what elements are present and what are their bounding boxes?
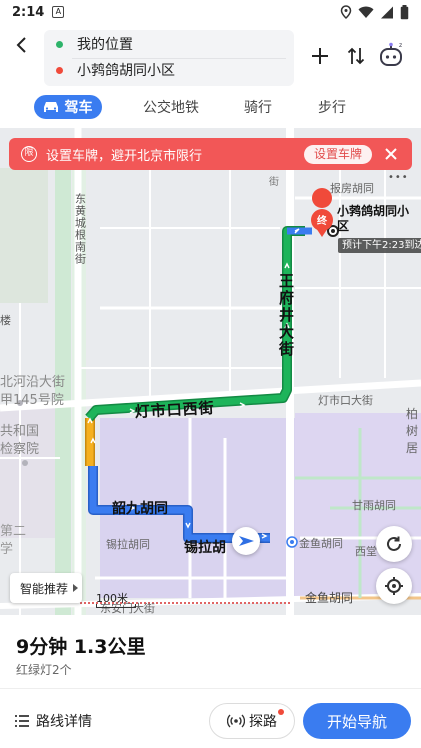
label-xila: 锡拉胡同 bbox=[106, 537, 150, 551]
start-label: 我的位置 bbox=[77, 37, 133, 53]
label-dongcheng: 东黄城根南街 bbox=[74, 193, 87, 265]
smart-recommend-button[interactable]: 智能推荐 bbox=[10, 573, 83, 603]
svg-text:z: z bbox=[399, 42, 402, 49]
plate-restriction-banner: 限 设置车牌，避开北京市限行 设置车牌 bbox=[9, 138, 412, 170]
smart-recommend-label: 智能推荐 bbox=[20, 581, 69, 596]
tab-bike-label: 骑行 bbox=[244, 100, 272, 116]
close-icon[interactable] bbox=[382, 145, 400, 163]
label-xitang: 西堂 bbox=[355, 545, 377, 558]
swap-route-button[interactable] bbox=[343, 43, 369, 69]
start-navigation-button[interactable]: 开始导航 bbox=[303, 703, 411, 739]
travel-mode-tabs: 驾车 公交地铁 骑行 步行 bbox=[0, 92, 421, 122]
signal-icon bbox=[381, 6, 393, 18]
navigation-arrow-icon bbox=[239, 536, 254, 546]
tab-drive-label: 驾车 bbox=[64, 100, 93, 116]
swap-icon bbox=[347, 47, 365, 65]
eta-tag: 预计下午2:23到达 bbox=[338, 238, 421, 253]
tab-drive[interactable]: 驾车 bbox=[34, 95, 102, 119]
plus-icon bbox=[312, 48, 328, 64]
notification-dot bbox=[278, 709, 284, 715]
list-icon bbox=[15, 715, 29, 727]
explore-route-button[interactable]: 探路 bbox=[209, 703, 295, 739]
label-gongheguo: 共和国 bbox=[0, 424, 39, 439]
broadcast-icon bbox=[227, 714, 245, 728]
more-dots-icon: ••• bbox=[388, 172, 409, 183]
route-header: 我的位置 小鹁鸽胡同小区 z bbox=[0, 26, 421, 86]
label-dengshikou-e: 灯市口大街 bbox=[318, 393, 373, 407]
set-plate-button[interactable]: 设置车牌 bbox=[303, 145, 372, 164]
tab-walk-label: 步行 bbox=[318, 100, 346, 116]
assistant-robot-button[interactable]: z bbox=[376, 40, 406, 70]
label-bai: 柏 bbox=[406, 406, 418, 421]
destination-map-label-line1: 小鹁鸽胡同小 bbox=[337, 204, 410, 218]
app-notification-icon: A bbox=[52, 6, 65, 18]
label-jinyu-poi: 金鱼胡同 bbox=[299, 536, 343, 550]
street-labels: 报房胡同 街 东黄城根南街 楼 王府井大街 灯市口西街 灯市口大街 北河沿大街 … bbox=[0, 175, 418, 615]
end-dot-icon bbox=[56, 66, 63, 74]
traffic-lights-count: 红绿灯2个 bbox=[16, 663, 72, 677]
card-divider bbox=[0, 688, 421, 689]
status-time: 2:14 bbox=[12, 4, 45, 20]
back-button[interactable] bbox=[8, 32, 34, 58]
refresh-route-button[interactable] bbox=[376, 526, 412, 562]
car-icon bbox=[43, 102, 58, 112]
restriction-icon: 限 bbox=[21, 146, 37, 162]
wifi-icon bbox=[358, 6, 374, 18]
label-jinyu: 金鱼胡同 bbox=[305, 590, 353, 605]
tab-transit-label: 公交地铁 bbox=[143, 100, 199, 116]
label-dier: 第二 bbox=[0, 524, 26, 539]
destination-map-label: 小鹁鸽胡同小 区 bbox=[337, 204, 409, 234]
label-jianchayuan: 检察院 bbox=[0, 442, 39, 457]
label-jia145: 甲145号院 bbox=[0, 393, 64, 408]
tab-bike[interactable]: 骑行 bbox=[236, 95, 280, 119]
battery-icon bbox=[400, 4, 409, 19]
route-summary: 9分钟 1.3公里 bbox=[16, 636, 146, 658]
label-baofang: 报房胡同 bbox=[330, 181, 374, 195]
label-dengshikou-w: 灯市口西街 bbox=[134, 399, 215, 421]
label-lou: 楼 bbox=[0, 313, 11, 327]
banner-text: 设置车牌，避开北京市限行 bbox=[46, 148, 203, 164]
route-summary-card: 9分钟 1.3公里 红绿灯2个 路线详情 探路 开始导航 bbox=[0, 615, 421, 748]
route-detail-button[interactable]: 路线详情 bbox=[14, 709, 92, 733]
status-bar: 2:14 A bbox=[0, 0, 421, 24]
map-view[interactable]: 终 报房胡同 街 东黄城根南街 楼 王府井大街 灯市口西街 灯市口大街 北河沿大… bbox=[0, 128, 421, 615]
add-waypoint-button[interactable] bbox=[307, 43, 333, 69]
label-bohe: 北河沿大街 bbox=[0, 375, 65, 390]
tab-walk[interactable]: 步行 bbox=[310, 95, 354, 119]
refresh-icon bbox=[387, 536, 401, 551]
label-wangfujing: 王府井大街 bbox=[277, 273, 295, 358]
route-input-box: 我的位置 小鹁鸽胡同小区 bbox=[44, 30, 294, 86]
status-icons bbox=[340, 4, 409, 20]
map-scale-bar bbox=[96, 604, 136, 608]
locate-me-button[interactable] bbox=[376, 568, 412, 604]
label-shu: 树 bbox=[406, 423, 418, 438]
locate-icon bbox=[385, 577, 403, 595]
label-jie-top: 街 bbox=[267, 175, 279, 187]
label-ju: 居 bbox=[406, 441, 418, 455]
explore-label: 探路 bbox=[249, 714, 277, 730]
start-field[interactable]: 我的位置 bbox=[56, 33, 133, 55]
back-arrow-icon bbox=[16, 37, 26, 53]
destination-field[interactable]: 小鹁鸽胡同小区 bbox=[56, 59, 175, 81]
destination-label: 小鹁鸽胡同小区 bbox=[77, 63, 175, 79]
expand-triangle-icon bbox=[73, 584, 79, 592]
start-dot-icon bbox=[56, 40, 63, 48]
label-xue: 学 bbox=[0, 541, 13, 557]
label-ganyu: 甘雨胡同 bbox=[352, 498, 396, 512]
route-detail-label: 路线详情 bbox=[36, 714, 92, 730]
tab-transit[interactable]: 公交地铁 bbox=[140, 95, 202, 119]
label-xila-bold: 锡拉胡 bbox=[184, 539, 226, 556]
label-shaojiu: 韶九胡同 bbox=[112, 500, 168, 517]
robot-icon: z bbox=[380, 42, 402, 66]
destination-map-label-line2: 区 bbox=[337, 219, 350, 233]
current-location-marker bbox=[232, 527, 260, 555]
location-icon bbox=[340, 5, 352, 19]
